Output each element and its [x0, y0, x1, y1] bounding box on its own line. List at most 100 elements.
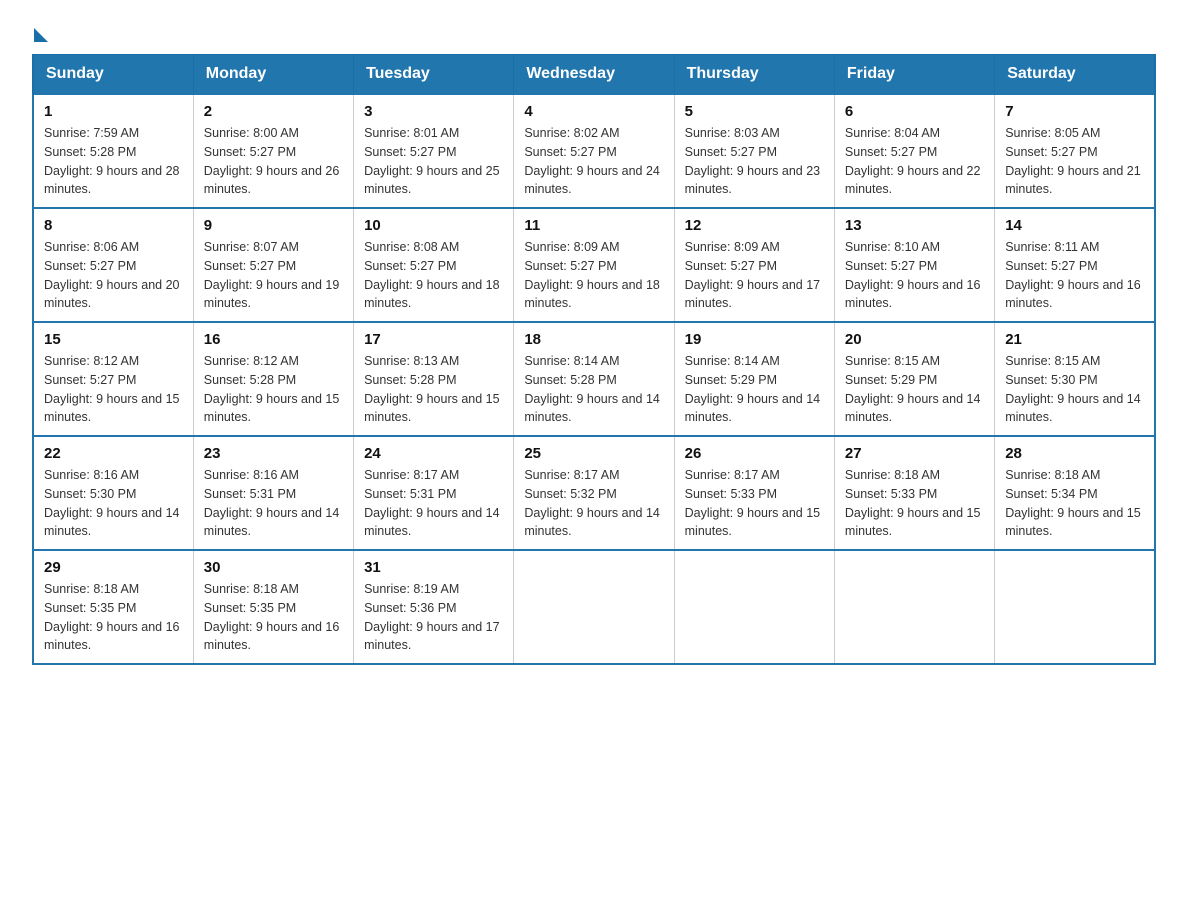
day-number: 13 — [845, 217, 984, 234]
calendar-cell: 24 Sunrise: 8:17 AMSunset: 5:31 PMDayligh… — [354, 436, 514, 550]
day-number: 24 — [364, 445, 503, 462]
day-number: 1 — [44, 103, 183, 120]
day-number: 15 — [44, 331, 183, 348]
calendar-cell: 18Sunrise: 8:14 AMSunset: 5:28 PMDayligh… — [514, 322, 674, 436]
day-number: 2 — [204, 103, 343, 120]
day-info: Sunrise: 8:00 AMSunset: 5:27 PMDaylight:… — [204, 124, 343, 199]
calendar-cell: 3Sunrise: 8:01 AMSunset: 5:27 PMDaylight… — [354, 94, 514, 208]
calendar-cell: 2 Sunrise: 8:00 AMSunset: 5:27 PMDaylight… — [193, 94, 353, 208]
day-number: 25 — [524, 445, 663, 462]
day-number: 10 — [364, 217, 503, 234]
calendar-cell: 21Sunrise: 8:15 AMSunset: 5:30 PMDayligh… — [995, 322, 1155, 436]
day-info: Sunrise: 8:08 AMSunset: 5:27 PMDaylight:… — [364, 238, 503, 313]
calendar-cell: 13 Sunrise: 8:10 AMSunset: 5:27 PMDayligh… — [834, 208, 994, 322]
week-row-5: 29Sunrise: 8:18 AMSunset: 5:35 PMDayligh… — [33, 550, 1155, 664]
weekday-header-saturday: Saturday — [995, 55, 1155, 95]
calendar-cell: 17 Sunrise: 8:13 AMSunset: 5:28 PMDayligh… — [354, 322, 514, 436]
day-number: 8 — [44, 217, 183, 234]
calendar-cell: 27Sunrise: 8:18 AMSunset: 5:33 PMDayligh… — [834, 436, 994, 550]
calendar-header: SundayMondayTuesdayWednesdayThursdayFrid… — [33, 55, 1155, 95]
calendar-cell: 9 Sunrise: 8:07 AMSunset: 5:27 PMDaylight… — [193, 208, 353, 322]
day-number: 26 — [685, 445, 824, 462]
day-number: 6 — [845, 103, 984, 120]
calendar-cell: 12 Sunrise: 8:09 AMSunset: 5:27 PMDayligh… — [674, 208, 834, 322]
day-info: Sunrise: 8:03 AMSunset: 5:27 PMDaylight:… — [685, 124, 824, 199]
day-info: Sunrise: 8:18 AMSunset: 5:35 PMDaylight:… — [44, 580, 183, 655]
calendar-cell: 29Sunrise: 8:18 AMSunset: 5:35 PMDayligh… — [33, 550, 193, 664]
day-info: Sunrise: 8:17 AMSunset: 5:33 PMDaylight:… — [685, 466, 824, 541]
day-info: Sunrise: 8:12 AMSunset: 5:27 PMDaylight:… — [44, 352, 183, 427]
day-info: Sunrise: 8:14 AMSunset: 5:29 PMDaylight:… — [685, 352, 824, 427]
calendar-cell: 4 Sunrise: 8:02 AMSunset: 5:27 PMDaylight… — [514, 94, 674, 208]
calendar-cell: 19 Sunrise: 8:14 AMSunset: 5:29 PMDayligh… — [674, 322, 834, 436]
calendar-cell: 14 Sunrise: 8:11 AMSunset: 5:27 PMDayligh… — [995, 208, 1155, 322]
day-info: Sunrise: 7:59 AMSunset: 5:28 PMDaylight:… — [44, 124, 183, 199]
day-info: Sunrise: 8:18 AMSunset: 5:34 PMDaylight:… — [1005, 466, 1144, 541]
day-number: 14 — [1005, 217, 1144, 234]
day-number: 23 — [204, 445, 343, 462]
logo — [32, 24, 50, 42]
calendar-cell — [995, 550, 1155, 664]
weekday-header-wednesday: Wednesday — [514, 55, 674, 95]
day-info: Sunrise: 8:13 AMSunset: 5:28 PMDaylight:… — [364, 352, 503, 427]
day-number: 4 — [524, 103, 663, 120]
day-number: 7 — [1005, 103, 1144, 120]
week-row-2: 8Sunrise: 8:06 AMSunset: 5:27 PMDaylight… — [33, 208, 1155, 322]
calendar-cell: 1 Sunrise: 7:59 AMSunset: 5:28 PMDaylight… — [33, 94, 193, 208]
day-number: 16 — [204, 331, 343, 348]
logo-triangle-icon — [34, 28, 48, 42]
day-info: Sunrise: 8:11 AMSunset: 5:27 PMDaylight:… — [1005, 238, 1144, 313]
day-number: 19 — [685, 331, 824, 348]
calendar-cell — [514, 550, 674, 664]
day-info: Sunrise: 8:14 AMSunset: 5:28 PMDaylight:… — [524, 352, 663, 427]
calendar-cell: 16 Sunrise: 8:12 AMSunset: 5:28 PMDayligh… — [193, 322, 353, 436]
day-number: 22 — [44, 445, 183, 462]
day-number: 11 — [524, 217, 663, 234]
week-row-4: 22 Sunrise: 8:16 AMSunset: 5:30 PMDayligh… — [33, 436, 1155, 550]
day-info: Sunrise: 8:16 AMSunset: 5:31 PMDaylight:… — [204, 466, 343, 541]
calendar-cell: 5 Sunrise: 8:03 AMSunset: 5:27 PMDaylight… — [674, 94, 834, 208]
day-number: 31 — [364, 559, 503, 576]
day-info: Sunrise: 8:12 AMSunset: 5:28 PMDaylight:… — [204, 352, 343, 427]
calendar-cell — [674, 550, 834, 664]
day-info: Sunrise: 8:16 AMSunset: 5:30 PMDaylight:… — [44, 466, 183, 541]
calendar-cell: 7 Sunrise: 8:05 AMSunset: 5:27 PMDaylight… — [995, 94, 1155, 208]
day-info: Sunrise: 8:19 AMSunset: 5:36 PMDaylight:… — [364, 580, 503, 655]
day-info: Sunrise: 8:01 AMSunset: 5:27 PMDaylight:… — [364, 124, 503, 199]
day-info: Sunrise: 8:05 AMSunset: 5:27 PMDaylight:… — [1005, 124, 1144, 199]
day-info: Sunrise: 8:09 AMSunset: 5:27 PMDaylight:… — [685, 238, 824, 313]
weekday-header-thursday: Thursday — [674, 55, 834, 95]
day-info: Sunrise: 8:17 AMSunset: 5:32 PMDaylight:… — [524, 466, 663, 541]
day-info: Sunrise: 8:18 AMSunset: 5:33 PMDaylight:… — [845, 466, 984, 541]
day-info: Sunrise: 8:04 AMSunset: 5:27 PMDaylight:… — [845, 124, 984, 199]
weekday-header-tuesday: Tuesday — [354, 55, 514, 95]
calendar-cell: 26 Sunrise: 8:17 AMSunset: 5:33 PMDayligh… — [674, 436, 834, 550]
calendar-cell: 11 Sunrise: 8:09 AMSunset: 5:27 PMDayligh… — [514, 208, 674, 322]
calendar-cell: 8Sunrise: 8:06 AMSunset: 5:27 PMDaylight… — [33, 208, 193, 322]
day-info: Sunrise: 8:17 AMSunset: 5:31 PMDaylight:… — [364, 466, 503, 541]
weekday-header-sunday: Sunday — [33, 55, 193, 95]
day-number: 12 — [685, 217, 824, 234]
day-number: 9 — [204, 217, 343, 234]
day-number: 17 — [364, 331, 503, 348]
day-info: Sunrise: 8:07 AMSunset: 5:27 PMDaylight:… — [204, 238, 343, 313]
page-header — [32, 24, 1156, 42]
week-row-3: 15 Sunrise: 8:12 AMSunset: 5:27 PMDayligh… — [33, 322, 1155, 436]
week-row-1: 1 Sunrise: 7:59 AMSunset: 5:28 PMDaylight… — [33, 94, 1155, 208]
calendar-cell — [834, 550, 994, 664]
day-info: Sunrise: 8:02 AMSunset: 5:27 PMDaylight:… — [524, 124, 663, 199]
calendar-table: SundayMondayTuesdayWednesdayThursdayFrid… — [32, 54, 1156, 665]
day-number: 21 — [1005, 331, 1144, 348]
day-number: 30 — [204, 559, 343, 576]
calendar-cell: 25 Sunrise: 8:17 AMSunset: 5:32 PMDayligh… — [514, 436, 674, 550]
day-number: 28 — [1005, 445, 1144, 462]
day-info: Sunrise: 8:09 AMSunset: 5:27 PMDaylight:… — [524, 238, 663, 313]
calendar-cell: 15 Sunrise: 8:12 AMSunset: 5:27 PMDayligh… — [33, 322, 193, 436]
day-info: Sunrise: 8:10 AMSunset: 5:27 PMDaylight:… — [845, 238, 984, 313]
weekday-header-row: SundayMondayTuesdayWednesdayThursdayFrid… — [33, 55, 1155, 95]
day-info: Sunrise: 8:18 AMSunset: 5:35 PMDaylight:… — [204, 580, 343, 655]
weekday-header-friday: Friday — [834, 55, 994, 95]
day-number: 5 — [685, 103, 824, 120]
calendar-cell: 31 Sunrise: 8:19 AMSunset: 5:36 PMDayligh… — [354, 550, 514, 664]
calendar-cell: 28 Sunrise: 8:18 AMSunset: 5:34 PMDayligh… — [995, 436, 1155, 550]
